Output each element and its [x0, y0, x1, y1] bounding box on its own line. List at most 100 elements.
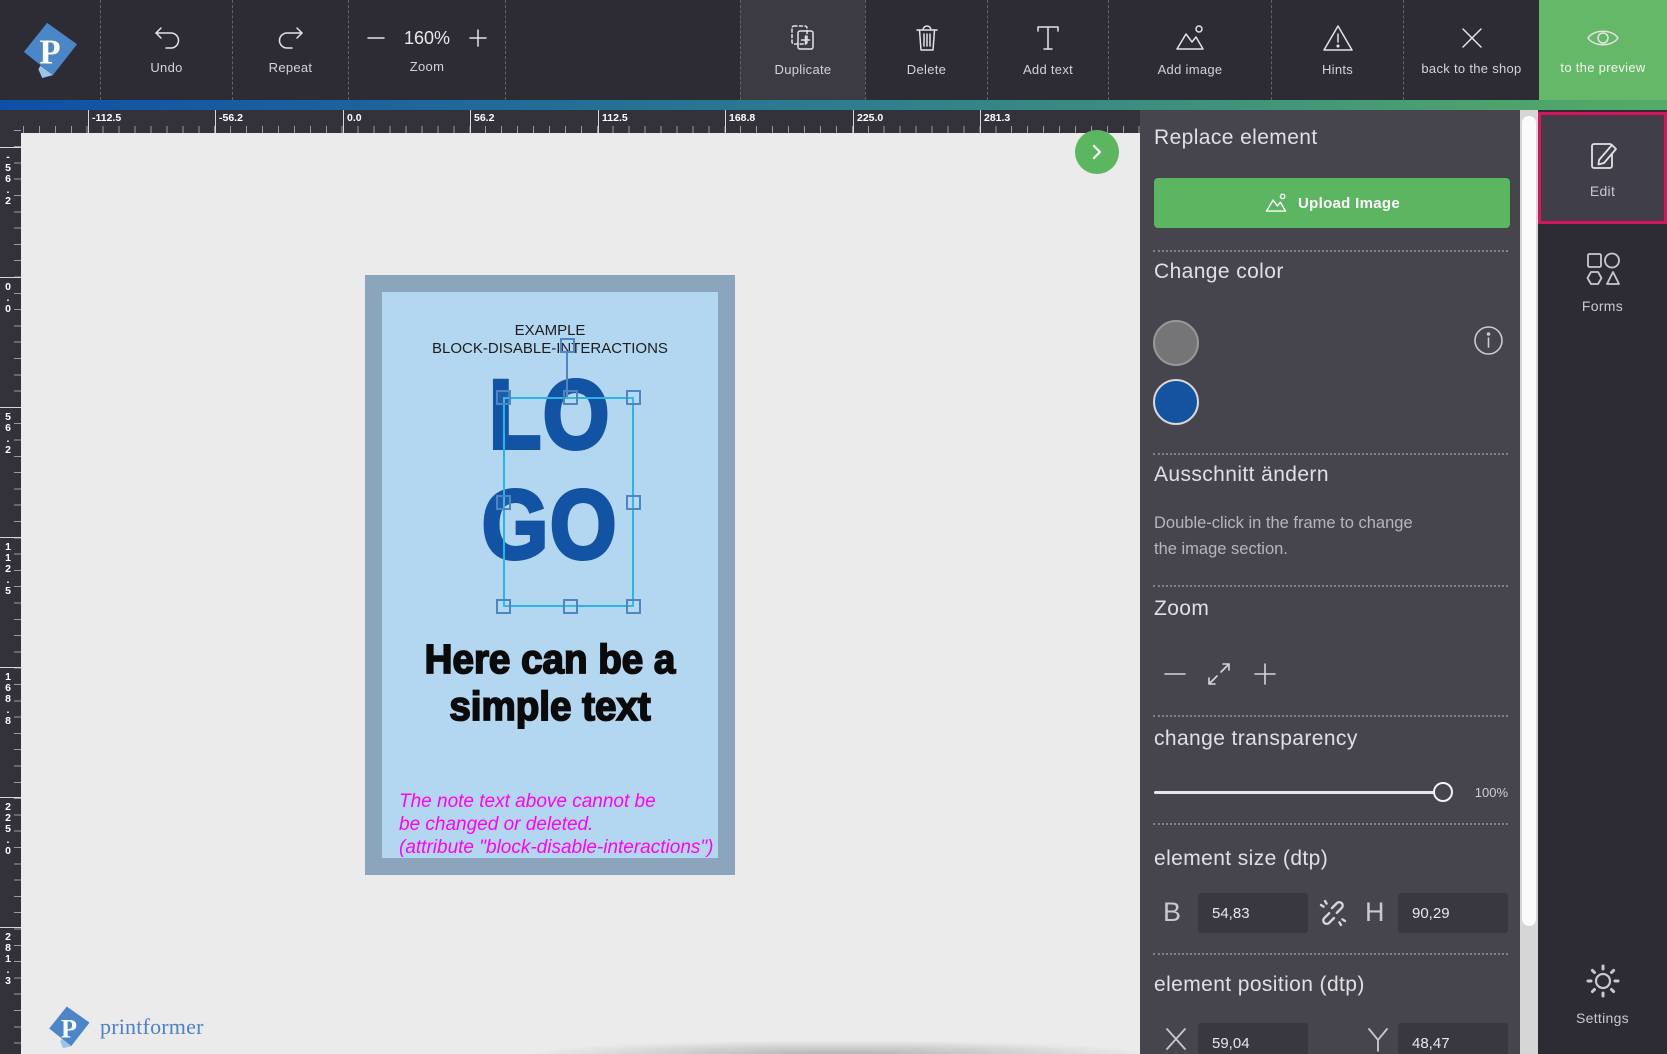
undo-label: Undo: [150, 60, 182, 75]
add-text-button[interactable]: Add text: [987, 0, 1108, 100]
position-y-input[interactable]: [1398, 1023, 1508, 1054]
repeat-button[interactable]: Repeat: [232, 0, 348, 100]
x-axis-icon: [1162, 1025, 1190, 1053]
to-preview-label: to the preview: [1560, 60, 1645, 75]
selection-handle-nw[interactable]: [496, 390, 511, 405]
top-toolbar: P Undo Repeat 160%: [0, 0, 1667, 100]
selection-handle-s[interactable]: [563, 599, 578, 614]
panel-scrollbar-thumb[interactable]: [1522, 116, 1536, 926]
brand-wordmark: printformer: [100, 1014, 204, 1040]
hints-button[interactable]: Hints: [1271, 0, 1403, 100]
vertical-ruler: -56.2 0.0 56.2 112.5 168.8 225.0 281.3: [0, 110, 21, 1054]
app-logo[interactable]: P: [0, 0, 100, 100]
sidebar-item-edit[interactable]: Edit: [1538, 112, 1667, 224]
panel-scrollbar[interactable]: [1520, 110, 1538, 1054]
h-ruler-label: 112.5: [602, 112, 628, 124]
zoom-group: 160% Zoom: [348, 0, 505, 100]
selection-handle-w[interactable]: [496, 495, 511, 510]
duplicate-button[interactable]: Duplicate: [740, 0, 865, 100]
selection-handle-e[interactable]: [626, 495, 641, 510]
duplicate-icon: [788, 23, 818, 53]
change-color-heading: Change color: [1154, 260, 1284, 284]
v-ruler-label: 168.8: [2, 671, 13, 726]
transparency-slider-track[interactable]: [1154, 791, 1444, 794]
height-input[interactable]: [1398, 893, 1508, 933]
v-ruler-label: 281.3: [2, 931, 13, 986]
element-zoom-out-button[interactable]: [1162, 661, 1188, 690]
upload-image-button[interactable]: Upload Image: [1154, 178, 1510, 228]
element-zoom-fit-button[interactable]: [1206, 661, 1232, 690]
sidebar-item-forms[interactable]: Forms: [1538, 240, 1667, 324]
add-image-button[interactable]: Add image: [1108, 0, 1271, 100]
edit-panel: Replace element Upload Image Change colo…: [1140, 110, 1520, 1054]
y-axis-icon: [1364, 1025, 1392, 1053]
element-size-heading: element size (dtp): [1154, 847, 1328, 871]
zoom-out-button[interactable]: [364, 26, 388, 50]
eye-icon: [1585, 25, 1621, 51]
minus-icon: [1162, 661, 1188, 687]
selection-handle-sw[interactable]: [496, 599, 511, 614]
repeat-label: Repeat: [269, 60, 313, 75]
mode-sidebar: Edit Forms Settings: [1538, 110, 1667, 1054]
canvas-bottom-shadow: [520, 1040, 1160, 1054]
h-ruler-label: -56.2: [219, 112, 243, 124]
h-ruler-label: 281.3: [984, 112, 1010, 124]
v-ruler-label: -56.2: [2, 151, 13, 206]
h-ruler-label: 225.0: [857, 112, 883, 124]
undo-icon: [152, 25, 182, 51]
width-field-label: B: [1163, 897, 1181, 928]
trash-icon: [913, 23, 941, 53]
warning-triangle-icon: [1322, 23, 1354, 53]
v-ruler-label: 56.2: [2, 411, 13, 455]
selection-handle-se[interactable]: [626, 599, 641, 614]
text-icon: [1033, 23, 1063, 53]
sidebar-edit-label: Edit: [1590, 183, 1615, 199]
back-to-shop-label: back to the shop: [1421, 61, 1521, 76]
add-text-label: Add text: [1023, 62, 1073, 77]
minus-icon: [364, 26, 388, 50]
selection-frame[interactable]: [503, 397, 634, 607]
image-upload-icon: [1264, 192, 1288, 214]
footer-brand[interactable]: P printformer: [46, 1005, 204, 1049]
vertical-ruler-ticks: [14, 110, 21, 1054]
printformer-logo-icon: P: [21, 21, 79, 79]
panel-separator: [1153, 585, 1508, 587]
h-ruler-label: 168.8: [729, 112, 755, 124]
transparency-slider-knob[interactable]: [1433, 782, 1453, 802]
selection-handle-n[interactable]: [563, 390, 578, 405]
crop-description: Double-click in the frame to change the …: [1154, 510, 1413, 562]
h-ruler-label: -112.5: [92, 112, 121, 124]
transparency-value: 100%: [1458, 785, 1508, 800]
broken-link-icon[interactable]: [1316, 896, 1350, 930]
expand-arrows-icon: [1206, 661, 1232, 687]
back-to-shop-button[interactable]: back to the shop: [1403, 0, 1539, 100]
delete-button[interactable]: Delete: [865, 0, 987, 100]
position-x-input[interactable]: [1198, 1023, 1308, 1054]
simple-text-element[interactable]: Here can be a simple text: [392, 636, 708, 730]
shapes-icon: [1584, 250, 1622, 288]
close-icon: [1458, 24, 1486, 52]
add-image-label: Add image: [1158, 62, 1223, 77]
sidebar-item-settings[interactable]: Settings: [1538, 952, 1667, 1036]
zoom-label: Zoom: [410, 59, 444, 74]
zoom-value: 160%: [404, 28, 450, 49]
to-preview-button[interactable]: to the preview: [1539, 0, 1667, 100]
redo-icon: [276, 25, 306, 51]
height-field-label: H: [1365, 897, 1385, 928]
element-zoom-in-button[interactable]: [1252, 661, 1278, 690]
width-input[interactable]: [1198, 893, 1308, 933]
panel-separator: [1153, 953, 1508, 955]
selection-handle-ne[interactable]: [626, 390, 641, 405]
color-info-button[interactable]: [1473, 325, 1504, 356]
color-swatch-gray[interactable]: [1153, 320, 1199, 366]
undo-button[interactable]: Undo: [100, 0, 232, 100]
panel-collapse-button[interactable]: [1075, 130, 1119, 174]
horizontal-ruler-ticks: [0, 126, 1140, 133]
progress-gradient-bar: [0, 100, 1667, 110]
color-swatch-blue[interactable]: [1153, 379, 1199, 425]
zoom-in-button[interactable]: [466, 26, 490, 50]
rotation-handle[interactable]: [560, 338, 575, 353]
crop-heading: Ausschnitt ändern: [1154, 463, 1329, 487]
panel-separator: [1153, 453, 1508, 455]
transparency-heading: change transparency: [1154, 727, 1358, 751]
